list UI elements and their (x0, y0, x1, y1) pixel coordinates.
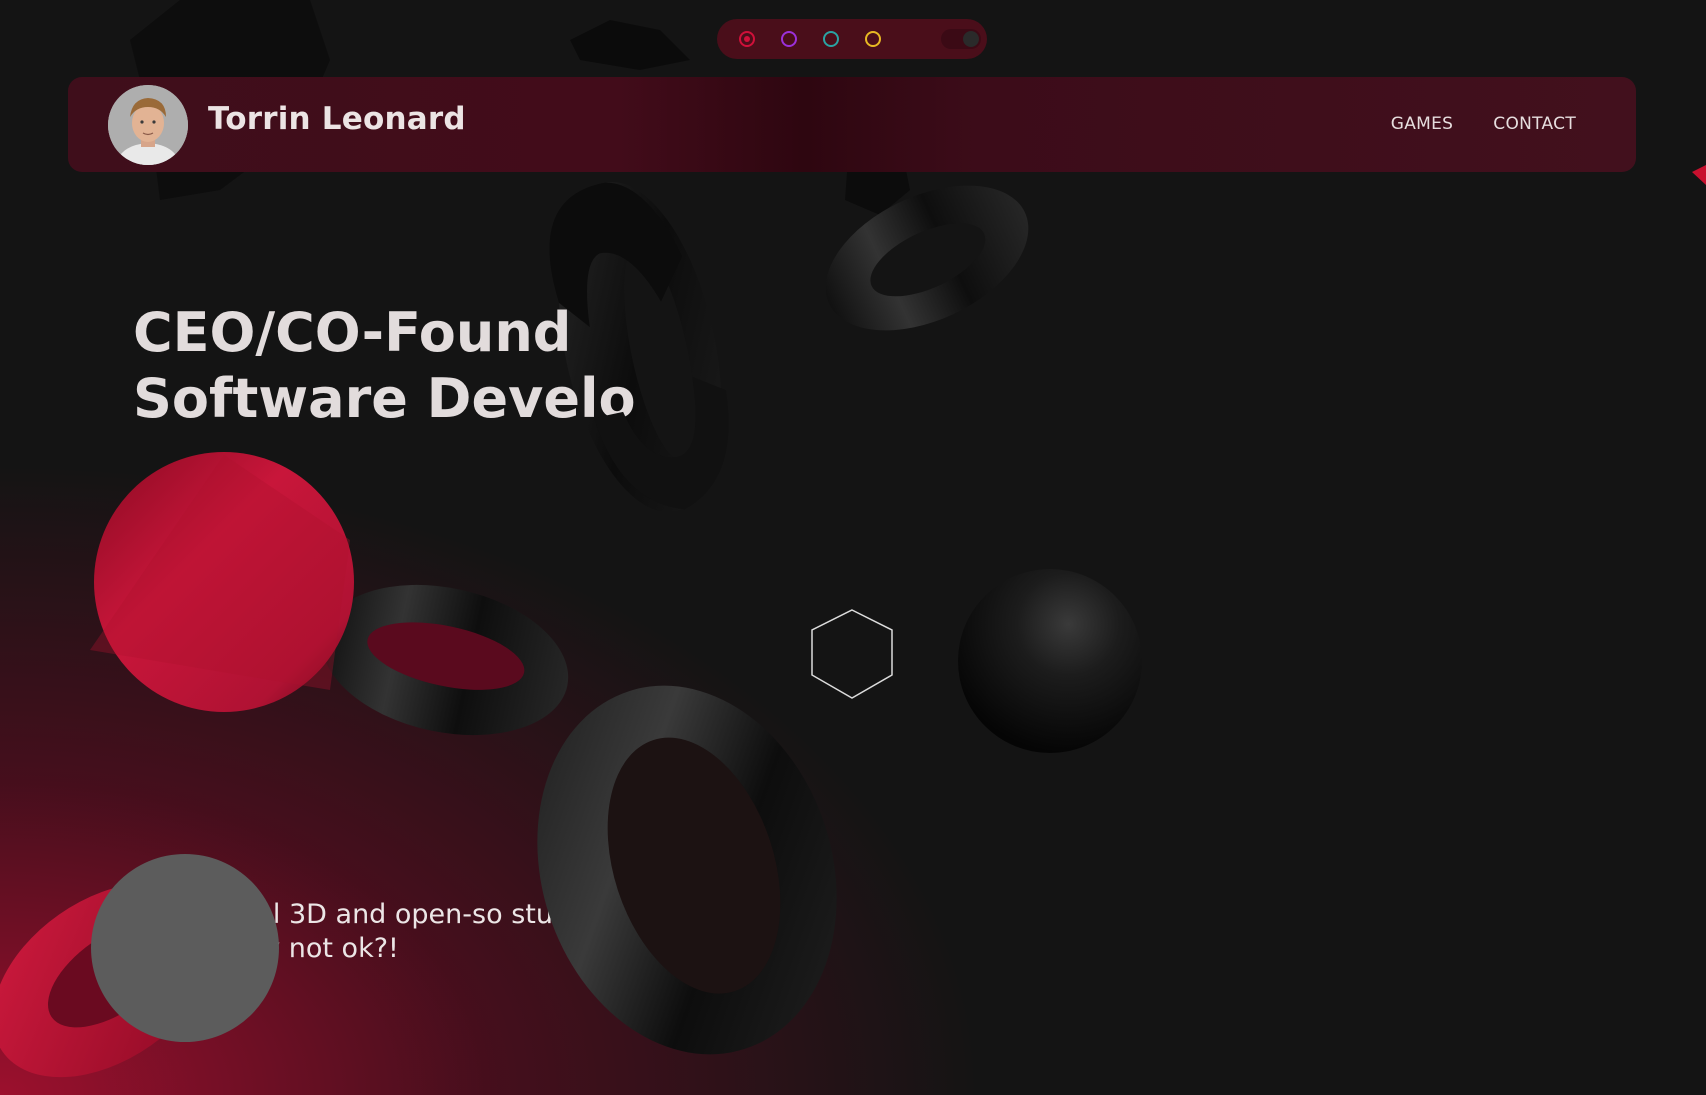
dark-shape-top-center (570, 20, 690, 70)
avatar[interactable] (108, 85, 188, 165)
theme-option-red[interactable] (739, 31, 755, 47)
sphere (958, 569, 1142, 753)
theme-option-purple[interactable] (781, 31, 797, 47)
theme-switcher (717, 19, 987, 59)
avatar-portrait-icon (108, 85, 188, 165)
brand-name[interactable]: Torrin Leonard (208, 101, 466, 137)
hexagon-outline (811, 609, 893, 699)
nav-link-games[interactable]: GAMES (1391, 114, 1454, 134)
hero-title-line2: Software Develo (133, 367, 636, 430)
hero-subtitle-line1: cool 3D and open-so stuff, (225, 899, 581, 930)
torus-top-right (825, 185, 1029, 331)
toggle-knob (963, 31, 979, 47)
hero-title-line1: CEO/CO-Found (133, 301, 572, 364)
hero-subtitle-line2: why not ok?! (225, 933, 399, 964)
torus-middle-left (321, 584, 569, 736)
theme-option-yellow[interactable] (865, 31, 881, 47)
nav-link-contact[interactable]: CONTACT (1493, 114, 1576, 134)
hero-title: CEO/CO-Found Software Develo (133, 300, 636, 432)
dark-mode-toggle[interactable] (941, 29, 981, 49)
nav-links: GAMES CONTACT (1391, 114, 1576, 134)
hero-subtitle: cool 3D and open-so stuff, why not ok?! (225, 898, 580, 966)
page-background: CEO/CO-Found Software Develo cool 3D and… (0, 0, 1706, 1095)
header-navbar: Torrin Leonard GAMES CONTACT (68, 77, 1636, 172)
theme-option-teal[interactable] (823, 31, 839, 47)
